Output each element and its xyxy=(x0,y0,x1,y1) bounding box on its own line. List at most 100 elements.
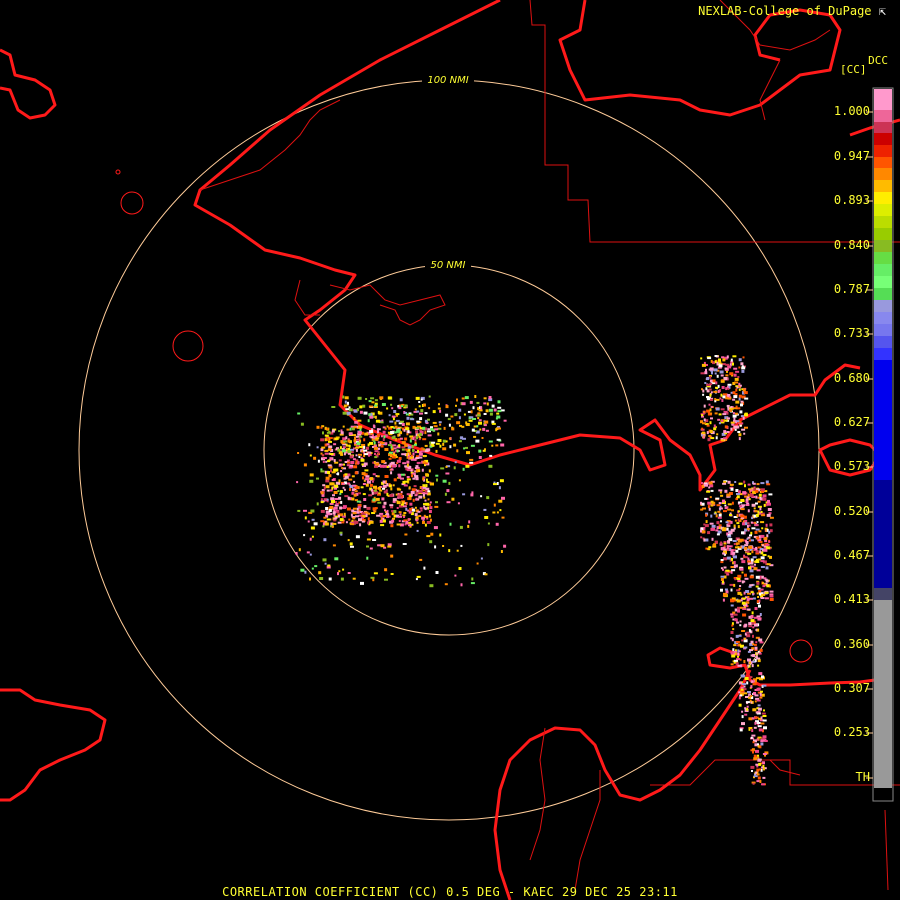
echo-pixel xyxy=(369,415,374,419)
echo-pixel xyxy=(723,566,727,569)
echo-pixel xyxy=(406,456,409,459)
echo-pixel xyxy=(396,429,401,431)
echo-pixel xyxy=(727,365,732,369)
echo-pixel xyxy=(409,439,412,443)
echo-pixel xyxy=(358,453,362,456)
echo-pixel xyxy=(733,561,736,564)
echo-pixel xyxy=(762,719,767,722)
echo-pixel xyxy=(710,417,713,420)
echo-pixel xyxy=(397,433,400,437)
echo-pixel xyxy=(415,430,419,434)
echo-pixel xyxy=(701,530,706,534)
echo-pixel xyxy=(722,482,727,485)
colorbar-label: 0.733 xyxy=(833,326,870,340)
echo-pixel xyxy=(352,458,356,461)
echo-pixel xyxy=(384,578,388,581)
echo-pixel xyxy=(484,573,488,576)
colorbar-label: 0.680 xyxy=(833,371,870,385)
echo-pixel xyxy=(368,494,373,497)
echo-pixel xyxy=(382,505,386,509)
echo-pixel xyxy=(483,413,487,415)
product-code: DCC xyxy=(868,54,888,67)
echo-pixel xyxy=(351,488,355,492)
echo-pixel xyxy=(337,472,340,476)
echo-pixel xyxy=(354,490,358,493)
echo-pixel xyxy=(408,486,411,490)
echo-pixel xyxy=(741,674,746,678)
echo-pixel xyxy=(744,519,748,522)
echo-pixel xyxy=(755,749,759,753)
echo-pixel xyxy=(398,444,401,448)
echo-pixel xyxy=(760,690,763,693)
echo-pixel xyxy=(423,505,426,508)
echo-pixel xyxy=(713,424,716,428)
echo-pixel xyxy=(405,413,409,416)
echo-pixel xyxy=(391,407,394,410)
echo-pixel xyxy=(734,481,737,483)
echo-pixel xyxy=(723,393,727,396)
echo-pixel xyxy=(750,615,754,618)
echo-pixel xyxy=(741,710,744,713)
echo-pixel xyxy=(341,515,345,518)
echo-pixel xyxy=(730,651,734,655)
echo-pixel xyxy=(710,391,713,394)
echo-pixel xyxy=(406,416,410,420)
echo-pixel xyxy=(422,448,425,451)
echo-pixel xyxy=(454,461,457,464)
echo-pixel xyxy=(714,360,717,364)
colorbar-band xyxy=(874,288,892,300)
echo-pixel xyxy=(748,545,753,549)
echo-pixel xyxy=(419,507,423,510)
echo-pixel xyxy=(715,514,718,518)
echo-pixel xyxy=(761,514,766,517)
echo-pixel xyxy=(455,404,457,407)
echo-pixel xyxy=(488,440,493,443)
echo-pixel xyxy=(366,538,371,541)
echo-pixel xyxy=(752,654,756,657)
echo-pixel xyxy=(734,618,737,622)
echo-pixel xyxy=(464,396,469,400)
echo-pixel xyxy=(496,511,499,514)
echo-pixel xyxy=(320,501,324,504)
echo-pixel xyxy=(720,578,724,581)
echo-pixel xyxy=(716,533,720,536)
echo-pixel xyxy=(739,424,742,427)
echo-pixel xyxy=(324,452,329,455)
echo-pixel xyxy=(484,516,489,519)
echo-pixel xyxy=(349,455,353,459)
echo-pixel xyxy=(734,652,737,656)
echo-pixel xyxy=(735,400,740,404)
echo-pixel xyxy=(376,433,380,437)
echo-pixel xyxy=(416,489,419,492)
echo-pixel xyxy=(370,488,373,492)
echo-pixel xyxy=(709,430,713,433)
echo-pixel xyxy=(450,415,454,418)
echo-pixel xyxy=(488,396,492,399)
echo-pixel xyxy=(735,542,740,545)
echo-pixel xyxy=(322,431,324,435)
echo-pixel xyxy=(769,593,774,596)
echo-pixel xyxy=(744,556,748,559)
echo-pixel xyxy=(333,468,338,472)
echo-pixel xyxy=(309,577,311,581)
echo-pixel xyxy=(721,356,725,359)
echo-pixel xyxy=(721,419,723,422)
echo-pixel xyxy=(736,493,740,495)
echo-pixel xyxy=(710,437,715,440)
colorbar-label: TH xyxy=(855,770,870,784)
echo-pixel xyxy=(463,413,466,416)
echo-pixel xyxy=(709,496,712,499)
echo-pixel xyxy=(360,581,364,585)
echo-pixel xyxy=(379,489,383,492)
echo-pixel xyxy=(469,458,474,461)
echo-pixel xyxy=(402,480,406,484)
echo-pixel xyxy=(720,567,723,570)
echo-pixel xyxy=(390,573,394,575)
echo-pixel xyxy=(415,497,418,501)
echo-pixel xyxy=(428,514,431,518)
echo-pixel xyxy=(348,478,353,481)
echo-pixel xyxy=(412,448,415,452)
echo-pixel xyxy=(374,404,378,407)
echo-pixel xyxy=(349,427,352,431)
echo-pixel xyxy=(501,496,505,500)
